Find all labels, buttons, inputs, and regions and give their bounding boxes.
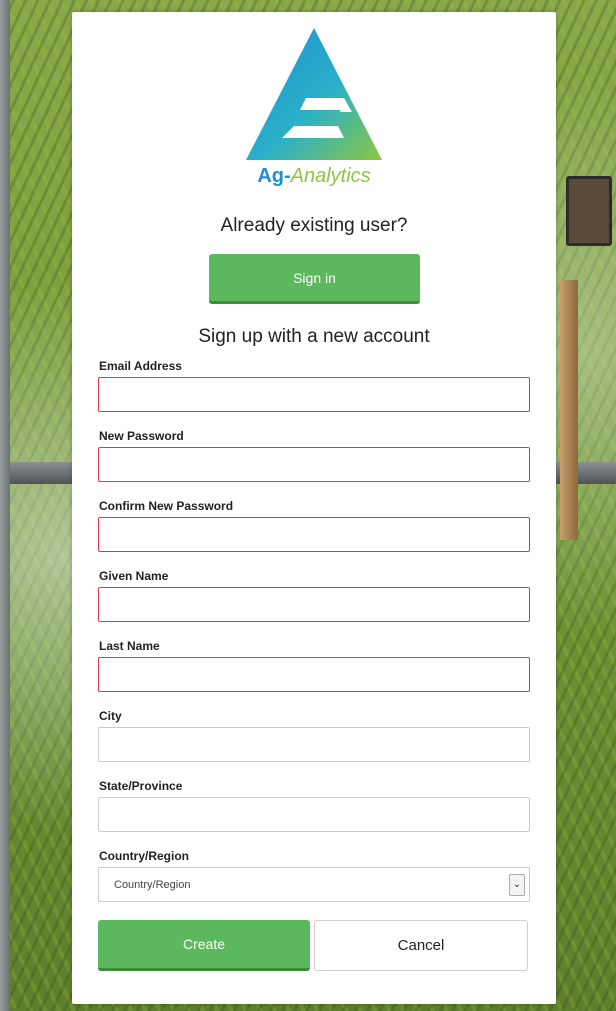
signup-card: Ag-Analytics Already existing user? Sign…: [72, 12, 556, 1004]
signup-title: Sign up with a new account: [198, 326, 430, 347]
brand-name-ag: Ag-: [257, 165, 291, 187]
state-province-input[interactable]: [98, 797, 530, 832]
city-input[interactable]: [98, 727, 530, 762]
last-name-input[interactable]: [98, 657, 530, 692]
country-select-value: Country/Region: [114, 879, 191, 891]
country-label: Country/Region: [99, 849, 189, 863]
confirm-password-label: Confirm New Password: [99, 499, 234, 513]
given-name-input[interactable]: [98, 587, 530, 622]
city-label: City: [99, 709, 122, 723]
state-province-label: State/Province: [99, 779, 183, 793]
brand-name-analytics: Analytics: [290, 165, 371, 187]
brand-name: Ag-Analytics: [72, 164, 556, 188]
confirm-password-input[interactable]: [98, 517, 530, 552]
new-password-label: New Password: [99, 429, 184, 443]
last-name-label: Last Name: [99, 639, 160, 653]
country-select[interactable]: Country/Region ⌄: [98, 867, 530, 902]
given-name-label: Given Name: [99, 569, 169, 583]
new-password-input[interactable]: [98, 447, 530, 482]
ag-analytics-logo-icon: [246, 28, 382, 160]
email-label: Email Address: [99, 359, 182, 373]
logo: Ag-Analytics: [72, 26, 556, 188]
email-input[interactable]: [98, 377, 530, 412]
existing-user-prompt: Already existing user?: [220, 215, 408, 236]
create-button[interactable]: Create: [98, 920, 310, 971]
cancel-button[interactable]: Cancel: [314, 920, 528, 971]
signin-button[interactable]: Sign in: [209, 254, 420, 304]
chevron-down-icon[interactable]: ⌄: [509, 874, 525, 896]
